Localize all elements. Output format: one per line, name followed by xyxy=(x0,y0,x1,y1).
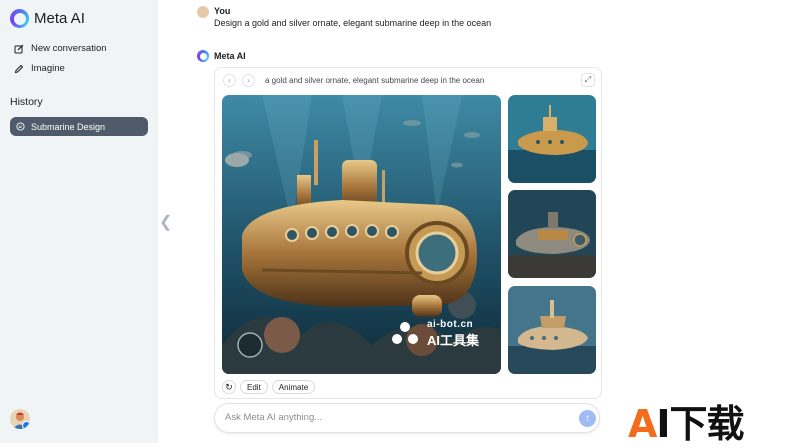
card-prompt-text: a gold and silver ornate, elegant submar… xyxy=(265,76,485,85)
sidebar: Meta AI New conversation Imagine History… xyxy=(0,0,158,443)
history-heading: History xyxy=(10,96,43,108)
thumbnail-image-1[interactable] xyxy=(508,95,596,183)
image-watermark: ai-bot.cn AI工具集 xyxy=(427,319,479,349)
send-arrow-icon[interactable]: ↑ xyxy=(579,410,596,427)
regenerate-button[interactable]: ↻ xyxy=(222,380,236,394)
user-message-avatar xyxy=(197,6,209,18)
next-arrow-icon[interactable]: › xyxy=(242,74,255,87)
chat-bubble-icon xyxy=(16,122,25,131)
watermark-line-2: AI工具集 xyxy=(427,333,480,348)
new-conversation-button[interactable]: New conversation xyxy=(14,43,107,54)
user-prompt-text: Design a gold and silver ornate, elegant… xyxy=(214,18,492,28)
brand-logo[interactable]: Meta AI xyxy=(10,9,85,28)
imagine-label: Imagine xyxy=(31,63,65,74)
edit-button[interactable]: Edit xyxy=(240,380,268,394)
submarine-thumbnail-1 xyxy=(508,95,596,183)
facebook-badge-icon xyxy=(22,421,30,429)
user-sender-name: You xyxy=(214,6,231,16)
history-item-label: Submarine Design xyxy=(31,121,106,132)
card-header: ‹ › a gold and silver ornate, elegant su… xyxy=(223,74,484,87)
assistant-sender-name: Meta AI xyxy=(214,51,246,61)
compose-icon xyxy=(14,44,24,53)
animate-button[interactable]: Animate xyxy=(271,380,316,394)
watermark-logo-icon xyxy=(391,320,419,351)
meta-ai-ring-icon xyxy=(10,9,29,28)
submarine-thumbnail-2 xyxy=(508,190,596,278)
chat-input-container: ↑ xyxy=(214,403,600,433)
expand-icon[interactable]: ⤢ xyxy=(581,73,595,87)
history-item-submarine-design[interactable]: Submarine Design xyxy=(10,117,148,136)
corner-logo-rest: I下载 xyxy=(656,402,744,446)
brand-name: Meta AI xyxy=(34,10,85,27)
thumbnail-image-3[interactable] xyxy=(508,286,596,374)
image-actions: ↻ Edit Animate xyxy=(222,380,316,394)
corner-watermark-logo: AI下载 xyxy=(628,393,745,448)
new-conversation-label: New conversation xyxy=(31,43,107,54)
submarine-thumbnail-3 xyxy=(508,286,596,374)
previous-arrow-icon[interactable]: ‹ xyxy=(223,74,236,87)
corner-logo-prefix: A xyxy=(628,402,657,446)
pencil-icon xyxy=(14,64,24,73)
watermark-line-1: ai-bot.cn xyxy=(427,319,474,330)
image-result-card: ‹ › a gold and silver ornate, elegant su… xyxy=(214,67,602,399)
collapse-sidebar-icon[interactable]: ❮ xyxy=(159,212,172,232)
thumbnail-image-2[interactable] xyxy=(508,190,596,278)
meta-ai-avatar-icon xyxy=(197,50,209,62)
imagine-button[interactable]: Imagine xyxy=(14,63,65,74)
user-avatar[interactable] xyxy=(10,409,30,429)
ask-meta-ai-input[interactable] xyxy=(225,412,565,423)
